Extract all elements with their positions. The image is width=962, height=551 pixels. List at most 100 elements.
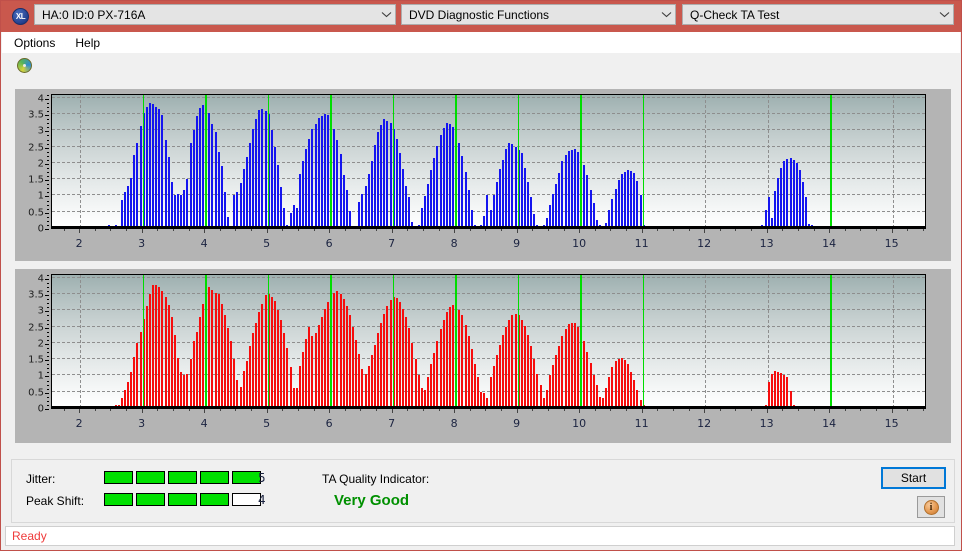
grid-line-horizontal <box>52 96 925 98</box>
chart-bar <box>292 387 295 408</box>
x-axis-minor-tick <box>63 409 65 411</box>
grid-line-horizontal <box>52 358 925 360</box>
x-axis-minor-tick <box>266 229 268 231</box>
chart-bar <box>314 333 317 408</box>
x-axis-tick-label: 13 <box>759 417 774 430</box>
x-axis-minor-tick <box>485 409 487 411</box>
y-axis-minor-tick <box>47 119 49 121</box>
chart-bar <box>577 327 579 408</box>
chevron-down-icon <box>935 11 953 18</box>
x-axis-minor-tick <box>391 229 393 231</box>
drive-select[interactable]: HA:0 ID:0 PX-716A <box>34 4 396 25</box>
sector-marker-line <box>580 95 582 228</box>
chart-bar <box>498 169 501 228</box>
menu-item-help[interactable]: Help <box>67 34 108 52</box>
chart-bar <box>548 204 551 228</box>
disc-icon <box>17 58 32 73</box>
chart-bar <box>208 112 211 228</box>
function-select[interactable]: DVD Diagnostic Functions <box>401 4 676 25</box>
menu-item-options[interactable]: Options <box>6 34 63 52</box>
x-axis-minor-tick <box>454 229 456 231</box>
x-axis-minor-tick <box>219 409 221 411</box>
y-axis-tick-label: 4 <box>37 273 44 285</box>
chart-bar <box>623 172 626 228</box>
chart-bar <box>611 367 614 408</box>
y-axis-minor-tick <box>47 388 49 390</box>
y-axis-tick-label: 0 <box>37 403 44 415</box>
chart-bar <box>361 368 364 408</box>
chart-bar <box>280 187 283 228</box>
grid-line-vertical <box>705 95 707 228</box>
chart-bar <box>323 308 326 408</box>
chart-bar <box>208 287 211 408</box>
chart-bar <box>355 339 358 408</box>
chart-bar <box>630 171 633 228</box>
chart-bar <box>180 372 183 408</box>
sector-marker-line <box>267 95 270 228</box>
y-axis-minor-tick <box>47 127 49 129</box>
x-axis-minor-tick <box>344 409 346 411</box>
x-axis-minor-tick <box>407 229 409 231</box>
x-axis-minor-tick <box>235 409 237 411</box>
chart-bar <box>458 309 461 408</box>
x-axis-minor-tick <box>329 409 331 411</box>
chart-bar <box>492 195 495 228</box>
y-axis-tick-label: 2.5 <box>28 142 44 154</box>
peak-shift-value: 4 <box>258 493 266 507</box>
chart-bar <box>320 316 323 408</box>
x-axis-minor-tick <box>719 409 721 411</box>
x-axis-minor-tick <box>782 229 784 231</box>
y-axis-minor-tick <box>47 94 49 96</box>
chart-bar <box>189 143 192 228</box>
chart-bar <box>273 146 276 228</box>
y-axis-minor-tick <box>47 135 49 137</box>
chart-bar <box>380 124 383 228</box>
y-axis-minor-tick <box>47 188 49 190</box>
chart-bar <box>358 354 361 408</box>
chart-bar <box>280 320 283 408</box>
chart-bar <box>773 370 776 408</box>
chart-bar <box>148 294 151 408</box>
chart-bar <box>342 175 345 228</box>
chart-bar <box>611 199 614 228</box>
y-axis-minor-tick <box>47 356 49 358</box>
chart-bar <box>423 196 426 228</box>
start-button[interactable]: Start <box>881 467 946 489</box>
test-select-value: Q-Check TA Test <box>690 7 780 22</box>
sector-marker-line <box>517 95 520 228</box>
chart-bar <box>458 142 461 228</box>
info-button[interactable]: i <box>917 496 945 518</box>
chart-bar <box>336 140 339 228</box>
chart-bar <box>620 357 623 408</box>
chart-bar <box>798 170 801 228</box>
test-select[interactable]: Q-Check TA Test <box>682 4 954 25</box>
x-axis-minor-tick <box>297 409 299 411</box>
x-axis-minor-tick <box>485 229 487 231</box>
chart-bar <box>467 189 470 228</box>
chart-bar <box>245 360 248 408</box>
chart-bar <box>336 290 339 408</box>
chart-bar <box>530 346 533 408</box>
y-axis-tick-label: 3.5 <box>28 289 44 301</box>
application-window: XL PlexTools Professional XL V3.16 Optio… <box>0 0 962 551</box>
x-axis-minor-tick <box>563 409 565 411</box>
y-axis-tick-label: 1 <box>37 370 44 382</box>
y-axis-minor-tick <box>47 315 49 317</box>
x-axis-minor-tick <box>94 409 96 411</box>
chart-bar <box>589 363 592 408</box>
y-axis-minor-tick <box>47 335 49 337</box>
chart-bar <box>148 102 151 228</box>
x-axis-minor-tick <box>251 409 252 411</box>
chart-bar <box>127 185 129 228</box>
y-axis-minor-tick <box>47 282 49 284</box>
sector-marker-line <box>205 275 207 408</box>
x-axis-minor-tick <box>844 409 846 411</box>
chart-bar <box>489 377 492 408</box>
x-axis-minor-tick <box>141 229 143 231</box>
chart-bar <box>595 385 598 408</box>
chart-bar <box>367 365 370 408</box>
chart-bar <box>173 334 176 408</box>
y-axis-minor-tick <box>47 180 49 182</box>
x-axis-minor-tick <box>188 409 190 411</box>
x-axis-minor-tick <box>735 409 737 411</box>
